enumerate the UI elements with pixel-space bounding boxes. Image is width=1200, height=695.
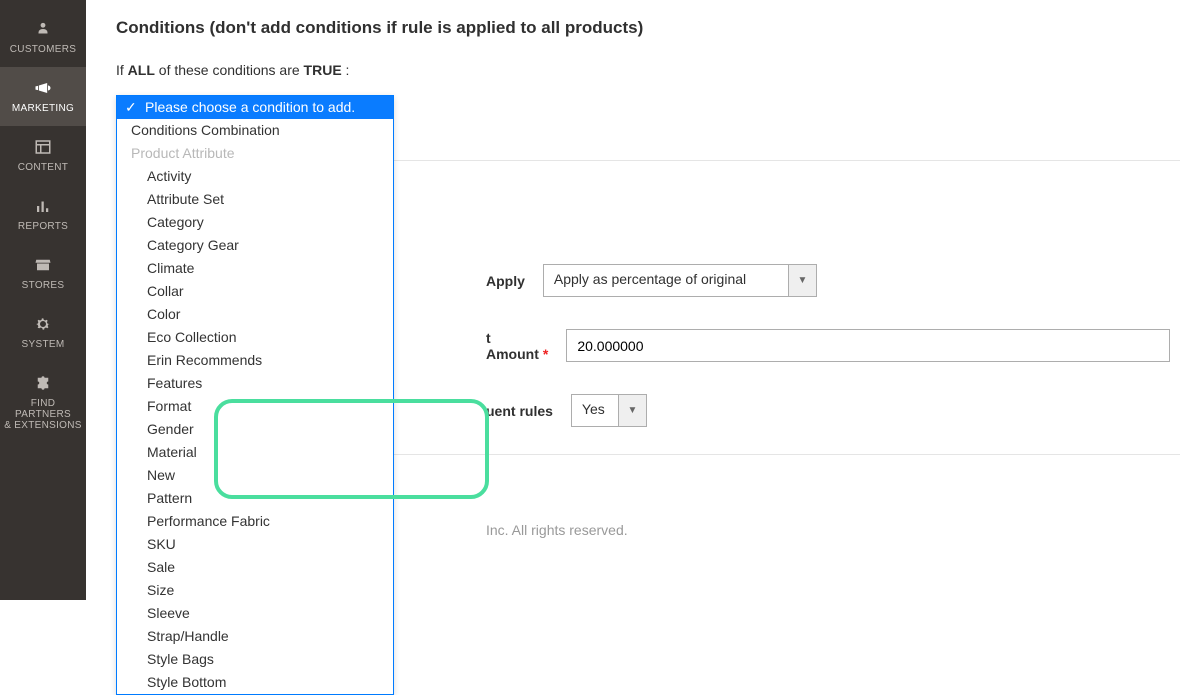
subsequent-rules-select[interactable]: Yes ▼ <box>571 394 647 427</box>
dropdown-group-product-attribute: Product Attribute <box>117 142 393 165</box>
dropdown-option-attr[interactable]: Format <box>117 395 393 418</box>
dropdown-option-attr[interactable]: Pattern <box>117 487 393 510</box>
sidebar-label: STORES <box>22 280 65 291</box>
subsequent-rules-value: Yes <box>571 394 619 427</box>
sidebar-item-partners[interactable]: FIND PARTNERS & EXTENSIONS <box>0 362 86 443</box>
sidebar-item-system[interactable]: SYSTEM <box>0 303 86 362</box>
dropdown-option-attr[interactable]: Strap/Handle <box>117 625 393 648</box>
dropdown-option-attr[interactable]: Features <box>117 372 393 395</box>
dropdown-option-attr[interactable]: Category <box>117 211 393 234</box>
apply-select-value: Apply as percentage of original <box>543 264 789 297</box>
gear-icon <box>32 313 54 335</box>
conditions-aggregator[interactable]: ALL <box>128 62 155 78</box>
admin-sidebar: CUSTOMERS MARKETING CONTENT REPORTS STOR… <box>0 0 86 600</box>
discount-amount-label: t Amount* <box>486 330 548 362</box>
sidebar-label: SYSTEM <box>22 339 65 350</box>
dropdown-option-attr[interactable]: Climate <box>117 257 393 280</box>
dropdown-option-attr[interactable]: Gender <box>117 418 393 441</box>
chevron-down-icon[interactable]: ▼ <box>619 394 647 427</box>
conditions-rule-line: If ALL of these conditions are TRUE : <box>116 62 1200 78</box>
dropdown-option-attr[interactable]: Collar <box>117 280 393 303</box>
puzzle-icon <box>32 372 54 394</box>
storefront-icon <box>32 254 54 276</box>
main-content: Conditions (don't add conditions if rule… <box>86 0 1200 600</box>
sidebar-label: MARKETING <box>12 103 74 114</box>
dropdown-option-attr[interactable]: Style Bottom <box>117 671 393 694</box>
sidebar-label: REPORTS <box>18 221 68 232</box>
sidebar-label: CUSTOMERS <box>10 44 76 55</box>
sidebar-item-marketing[interactable]: MARKETING <box>0 67 86 126</box>
required-indicator: * <box>543 346 548 362</box>
dropdown-option-attr[interactable]: Activity <box>117 165 393 188</box>
dropdown-option-attr[interactable]: Category Gear <box>117 234 393 257</box>
dropdown-option-combination[interactable]: Conditions Combination <box>117 119 393 142</box>
discount-amount-input[interactable] <box>566 329 1170 362</box>
bar-chart-icon <box>32 195 54 217</box>
dropdown-option-attr[interactable]: Attribute Set <box>117 188 393 211</box>
apply-select[interactable]: Apply as percentage of original ▼ <box>543 264 817 297</box>
person-icon <box>32 18 54 40</box>
sidebar-item-customers[interactable]: CUSTOMERS <box>0 8 86 67</box>
sidebar-item-stores[interactable]: STORES <box>0 244 86 303</box>
subsequent-rules-label: uent rules <box>486 403 553 419</box>
dropdown-option-attr[interactable]: Style Bags <box>117 648 393 671</box>
dropdown-option-attr[interactable]: Color <box>117 303 393 326</box>
sidebar-label: CONTENT <box>18 162 68 173</box>
chevron-down-icon[interactable]: ▼ <box>789 264 817 297</box>
actions-form: Apply Apply as percentage of original ▼ … <box>486 264 1170 459</box>
conditions-heading: Conditions (don't add conditions if rule… <box>116 18 1200 38</box>
dropdown-option-placeholder[interactable]: Please choose a condition to add. <box>117 96 393 119</box>
dropdown-option-attr[interactable]: SKU <box>117 533 393 556</box>
layout-icon <box>32 136 54 158</box>
apply-label: Apply <box>486 273 525 289</box>
dropdown-option-attr[interactable]: Size <box>117 579 393 602</box>
dropdown-option-attr[interactable]: Performance Fabric <box>117 510 393 533</box>
conditions-value[interactable]: TRUE <box>304 62 342 78</box>
dropdown-option-attr[interactable]: Sale <box>117 556 393 579</box>
sidebar-item-reports[interactable]: REPORTS <box>0 185 86 244</box>
condition-add-dropdown[interactable]: Please choose a condition to add. Condit… <box>116 95 394 695</box>
dropdown-option-attr[interactable]: New <box>117 464 393 487</box>
dropdown-option-attr[interactable]: Sleeve <box>117 602 393 625</box>
dropdown-option-attr[interactable]: Erin Recommends <box>117 349 393 372</box>
sidebar-item-content[interactable]: CONTENT <box>0 126 86 185</box>
dropdown-option-attr[interactable]: Material <box>117 441 393 464</box>
dropdown-option-attr[interactable]: Eco Collection <box>117 326 393 349</box>
megaphone-icon <box>32 77 54 99</box>
footer-copyright: Inc. All rights reserved. <box>486 522 628 538</box>
sidebar-label: FIND PARTNERS & EXTENSIONS <box>4 398 82 431</box>
